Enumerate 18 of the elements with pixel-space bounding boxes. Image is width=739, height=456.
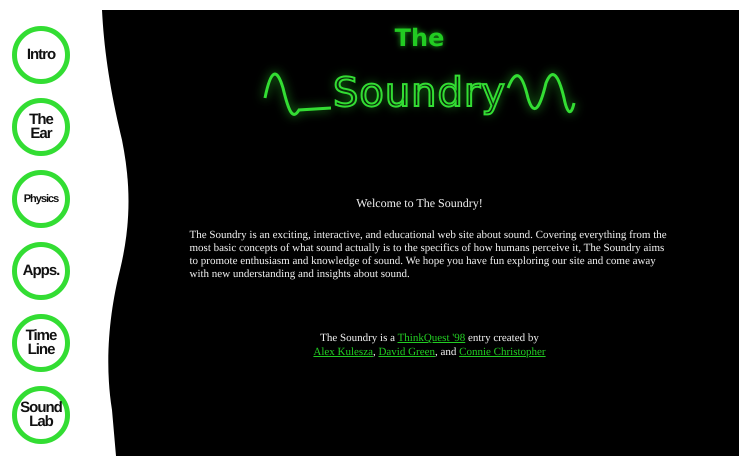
nav-button[interactable]: Time Line bbox=[12, 314, 70, 372]
credit-link[interactable]: ThinkQuest '98 bbox=[398, 332, 466, 344]
credit-link[interactable]: David Green bbox=[378, 346, 435, 358]
credit-text: , and bbox=[434, 346, 458, 358]
credit-text: The Soundry is a bbox=[320, 332, 396, 344]
nav-button[interactable]: Intro bbox=[12, 26, 70, 84]
logo-title: The bbox=[394, 24, 444, 52]
welcome-heading: Welcome to The Soundry! bbox=[356, 196, 483, 211]
nav-button[interactable]: Apps. bbox=[12, 242, 70, 300]
credit-link[interactable]: Alex Kulesza bbox=[313, 346, 373, 358]
credit-link[interactable]: Connie Christopher bbox=[459, 346, 546, 358]
nav-button[interactable]: The Ear bbox=[12, 98, 70, 156]
credit-text: entry created by bbox=[466, 332, 539, 344]
intro-paragraph: The Soundry is an exciting, interactive, and educational web site about sound. Covering everything from the most basic concepts of what sound actually is to the specifics of how humans perceive it, The Soundry aims to promote enthusiasm and knowledge of sound. We hope you have fun exploring our site and come away with new understanding and insights about sound. bbox=[190, 229, 668, 281]
nav-button[interactable]: Physics bbox=[12, 170, 70, 228]
credit-text: , bbox=[372, 346, 377, 358]
nav-button[interactable]: Sound Lab bbox=[12, 386, 70, 444]
logo-title: Soundry bbox=[332, 70, 506, 116]
